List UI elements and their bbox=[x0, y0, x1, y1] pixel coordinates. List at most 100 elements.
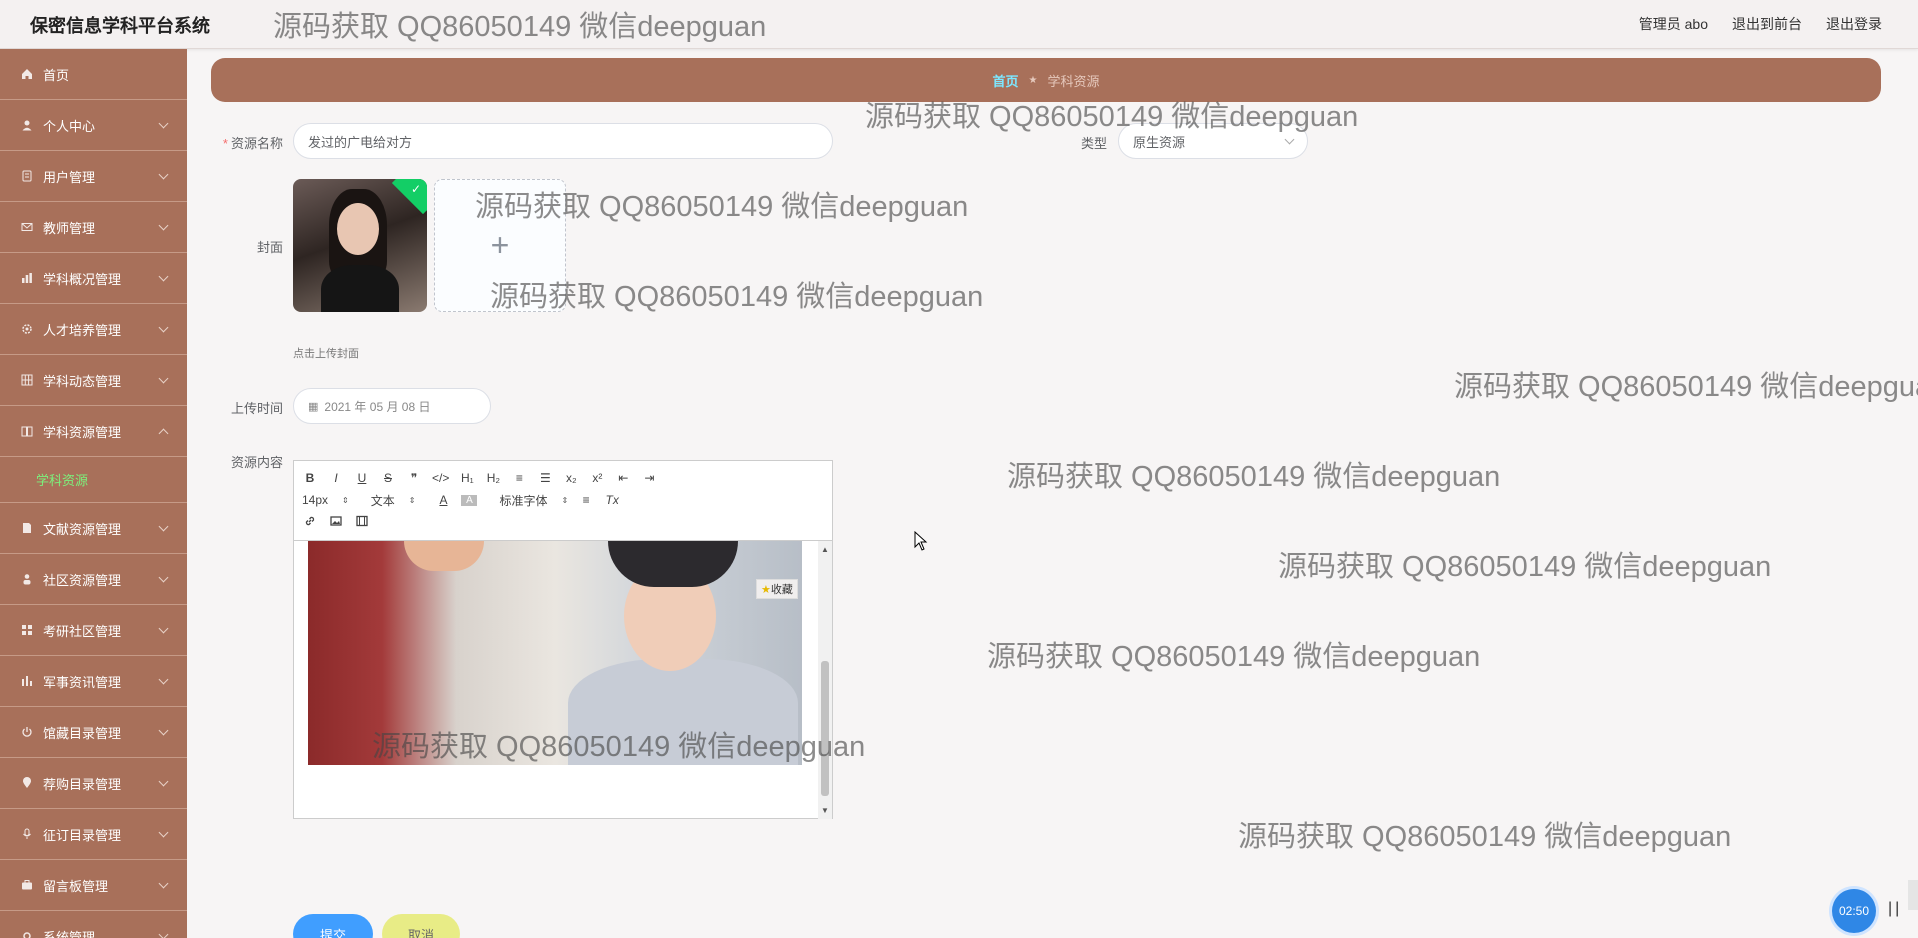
user-icon bbox=[20, 118, 34, 132]
power-icon bbox=[20, 725, 34, 739]
exit-to-front-link[interactable]: 退出到前台 bbox=[1732, 14, 1802, 34]
sidebar-item-recommend[interactable]: 荐购目录管理 bbox=[0, 758, 187, 809]
ordered-list-button[interactable]: ≡ bbox=[511, 471, 527, 485]
indent-button[interactable]: ⇥ bbox=[641, 471, 657, 485]
sidebar-item-system[interactable]: 系统管理 bbox=[0, 911, 187, 938]
resource-name-label-text: 资源名称 bbox=[230, 136, 283, 151]
calendar-icon: ▦ bbox=[308, 400, 319, 413]
upload-time-picker[interactable]: ▦ 2021 年 05 月 08 日 bbox=[293, 388, 491, 424]
scroll-thumb[interactable] bbox=[821, 661, 829, 796]
submit-button[interactable]: 提交 bbox=[293, 914, 373, 938]
chevron-down-icon bbox=[158, 929, 169, 938]
mail-icon bbox=[20, 220, 34, 234]
sidebar-subitem-resources[interactable]: 学科资源 bbox=[0, 457, 187, 503]
plus-icon: + bbox=[490, 227, 510, 263]
bold-button[interactable]: B bbox=[302, 471, 318, 485]
type-select[interactable]: 原生资源 bbox=[1118, 123, 1308, 159]
cover-thumbnail[interactable]: ✓ bbox=[293, 179, 427, 312]
recording-timer[interactable]: 02:50 bbox=[1832, 889, 1876, 933]
sidebar-item-label: 军事资讯管理 bbox=[43, 674, 122, 690]
briefcase-icon bbox=[20, 878, 34, 892]
chevron-down-icon bbox=[158, 118, 169, 129]
person-icon bbox=[20, 572, 34, 586]
location-icon bbox=[20, 776, 34, 790]
sidebar-item-military-news[interactable]: 军事资讯管理 bbox=[0, 656, 187, 707]
sidebar-item-label: 学科概况管理 bbox=[43, 271, 122, 287]
sidebar-item-dynamics[interactable]: 学科动态管理 bbox=[0, 355, 187, 406]
sidebar-item-subscription[interactable]: 征订目录管理 bbox=[0, 809, 187, 860]
chevron-down-icon bbox=[158, 521, 169, 532]
chevron-down-icon bbox=[158, 271, 169, 282]
sidebar-item-literature[interactable]: 文献资源管理 bbox=[0, 503, 187, 554]
scroll-down-icon[interactable]: ▼ bbox=[821, 806, 829, 815]
cancel-button[interactable]: 取消 bbox=[382, 914, 460, 938]
align-icon[interactable]: ≡ bbox=[578, 493, 594, 507]
upload-success-badge bbox=[391, 179, 427, 215]
editor-toolbar: B I U S ❞ </> H₁ H₂ ≡ ☰ x₂ x² ⇤ ⇥ 14px ⇕ … bbox=[294, 461, 832, 541]
strike-button[interactable]: S bbox=[380, 471, 396, 485]
watermark-text: 源码获取 QQ86050149 微信deepguan bbox=[987, 641, 1481, 673]
italic-button[interactable]: I bbox=[328, 471, 344, 485]
image-icon[interactable] bbox=[328, 515, 344, 530]
scroll-up-icon[interactable]: ▲ bbox=[821, 545, 829, 554]
sidebar-item-collection[interactable]: 馆藏目录管理 bbox=[0, 707, 187, 758]
sidebar-item-overview[interactable]: 学科概况管理 bbox=[0, 253, 187, 304]
toolbar-row-2: 14px ⇕ 文本 ⇕ A A 标准字体 ⇕ ≡ Tx bbox=[302, 489, 824, 511]
home-icon bbox=[20, 67, 34, 81]
bullet-list-button[interactable]: ☰ bbox=[537, 471, 553, 485]
video-icon[interactable] bbox=[354, 515, 370, 530]
font-size-value: 14px bbox=[302, 493, 329, 507]
users-icon bbox=[20, 169, 34, 183]
required-mark: * bbox=[222, 136, 228, 151]
format-select[interactable]: 文本 ⇕ bbox=[371, 492, 416, 509]
font-family-select[interactable]: 标准字体 ⇕ bbox=[499, 492, 568, 509]
editor-content-area[interactable]: ★收藏 ▲ ▼ bbox=[294, 541, 832, 819]
sidebar-item-users[interactable]: 用户管理 bbox=[0, 151, 187, 202]
sidebar-item-home[interactable]: 首页 bbox=[0, 49, 187, 100]
chevron-down-icon bbox=[158, 776, 169, 787]
gear-icon bbox=[20, 322, 34, 336]
logout-link[interactable]: 退出登录 bbox=[1826, 14, 1882, 34]
superscript-button[interactable]: x² bbox=[589, 471, 605, 485]
outdent-button[interactable]: ⇤ bbox=[615, 471, 631, 485]
link-icon[interactable] bbox=[302, 515, 318, 530]
code-button[interactable]: </> bbox=[432, 471, 449, 485]
chevron-down-icon bbox=[158, 623, 169, 634]
clear-format-icon[interactable]: Tx bbox=[604, 493, 620, 507]
h1-button[interactable]: H₁ bbox=[459, 471, 475, 485]
chevron-down-icon bbox=[1284, 134, 1295, 145]
blockquote-button[interactable]: ❞ bbox=[406, 471, 422, 485]
rich-text-editor: B I U S ❞ </> H₁ H₂ ≡ ☰ x₂ x² ⇤ ⇥ 14px ⇕ … bbox=[293, 460, 833, 819]
watermark-text: 源码获取 QQ86050149 微信deepguan bbox=[1454, 371, 1918, 403]
sidebar-item-community[interactable]: 社区资源管理 bbox=[0, 554, 187, 605]
resource-name-input[interactable]: 发过的广电给对方 bbox=[293, 123, 833, 159]
h2-button[interactable]: H₂ bbox=[485, 471, 501, 485]
chevron-down-icon bbox=[158, 725, 169, 736]
book-icon bbox=[20, 424, 34, 438]
pause-icon[interactable]: || bbox=[1888, 900, 1902, 918]
underline-button[interactable]: U bbox=[354, 471, 370, 485]
sidebar-item-resources[interactable]: 学科资源管理 bbox=[0, 406, 187, 457]
favorite-label: 收藏 bbox=[770, 584, 793, 596]
settings-icon bbox=[20, 929, 34, 938]
subscript-button[interactable]: x₂ bbox=[563, 471, 579, 485]
sidebar-item-messageboard[interactable]: 留言板管理 bbox=[0, 860, 187, 911]
sidebar-item-profile[interactable]: 个人中心 bbox=[0, 100, 187, 151]
select-updown-icon: ⇕ bbox=[342, 495, 349, 505]
editor-scrollbar[interactable]: ▲ ▼ bbox=[818, 541, 832, 819]
sidebar-item-teachers[interactable]: 教师管理 bbox=[0, 202, 187, 253]
watermark-text: 源码获取 QQ86050149 微信deepguan bbox=[1238, 821, 1732, 853]
type-select-value: 原生资源 bbox=[1133, 134, 1186, 150]
sidebar-item-label: 馆藏目录管理 bbox=[43, 725, 122, 741]
sidebar-item-label: 学科资源管理 bbox=[43, 424, 122, 440]
upload-cover-button[interactable]: + bbox=[434, 179, 566, 312]
sidebar-item-talent[interactable]: 人才培养管理 bbox=[0, 304, 187, 355]
font-size-select[interactable]: 14px ⇕ bbox=[302, 493, 349, 507]
thumb-body bbox=[321, 265, 399, 312]
font-color-icon[interactable]: A bbox=[435, 493, 451, 507]
sidebar-item-label: 留言板管理 bbox=[43, 878, 109, 894]
sidebar-item-exam-community[interactable]: 考研社区管理 bbox=[0, 605, 187, 656]
favorite-button[interactable]: ★收藏 bbox=[756, 579, 798, 599]
background-color-icon[interactable]: A bbox=[461, 494, 478, 506]
breadcrumb-home[interactable]: 首页 bbox=[993, 71, 1019, 90]
